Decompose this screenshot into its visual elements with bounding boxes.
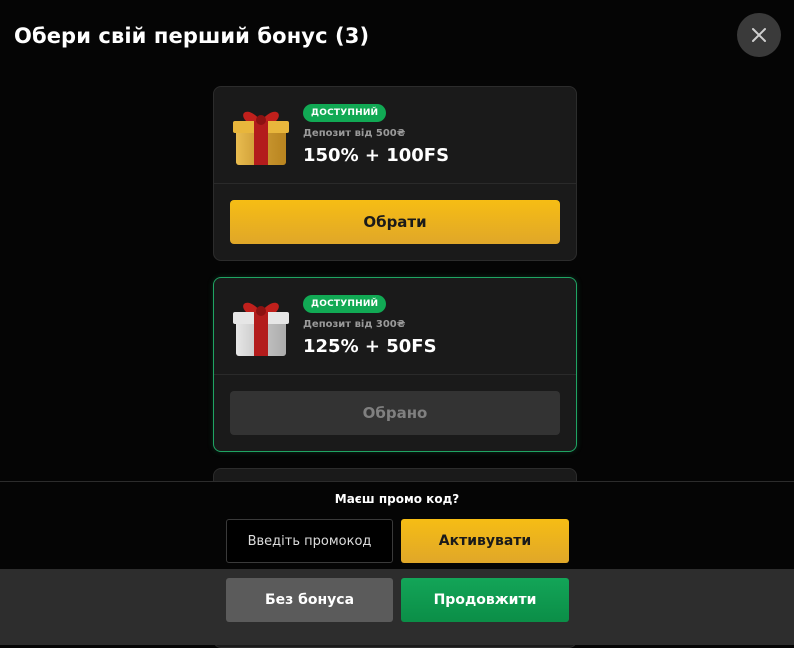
- bonus-card-info: ДОСТУПНИЙ Депозит від 500₴ 150% + 100FS: [214, 87, 576, 184]
- promo-question: Маєш промо код?: [334, 492, 460, 506]
- no-bonus-button[interactable]: Без бонуса: [226, 578, 393, 622]
- bonus-card-1: ДОСТУПНИЙ Депозит від 500₴ 150% + 100FS …: [213, 86, 577, 261]
- bonus-card-info: ДОСТУПНИЙ Депозит від 300₴ 125% + 50FS: [214, 278, 576, 375]
- bonus-card-2: ДОСТУПНИЙ Депозит від 300₴ 125% + 50FS О…: [213, 277, 577, 452]
- promo-code-input[interactable]: Введіть промокод: [226, 519, 393, 563]
- continue-button[interactable]: Продовжити: [401, 578, 569, 622]
- modal-footer: Без бонуса Продовжити: [0, 569, 794, 645]
- available-badge: ДОСТУПНИЙ: [303, 295, 387, 313]
- bonus-offer: 150% + 100FS: [303, 145, 450, 166]
- deposit-text: Депозит від 500₴: [303, 128, 406, 139]
- gift-gold-icon: [233, 111, 289, 165]
- modal-title: Обери свій перший бонус (3): [14, 24, 370, 48]
- deposit-text: Депозит від 300₴: [303, 319, 406, 330]
- selected-button[interactable]: Обрано: [230, 391, 560, 435]
- available-badge: ДОСТУПНИЙ: [303, 104, 387, 122]
- promo-panel: Маєш промо код? Введіть промокод Активув…: [0, 481, 794, 570]
- bonus-offer: 125% + 50FS: [303, 336, 437, 357]
- gift-silver-icon: [233, 302, 289, 356]
- close-icon: [752, 28, 766, 42]
- activate-button[interactable]: Активувати: [401, 519, 569, 563]
- close-button[interactable]: [737, 13, 781, 57]
- choose-button[interactable]: Обрати: [230, 200, 560, 244]
